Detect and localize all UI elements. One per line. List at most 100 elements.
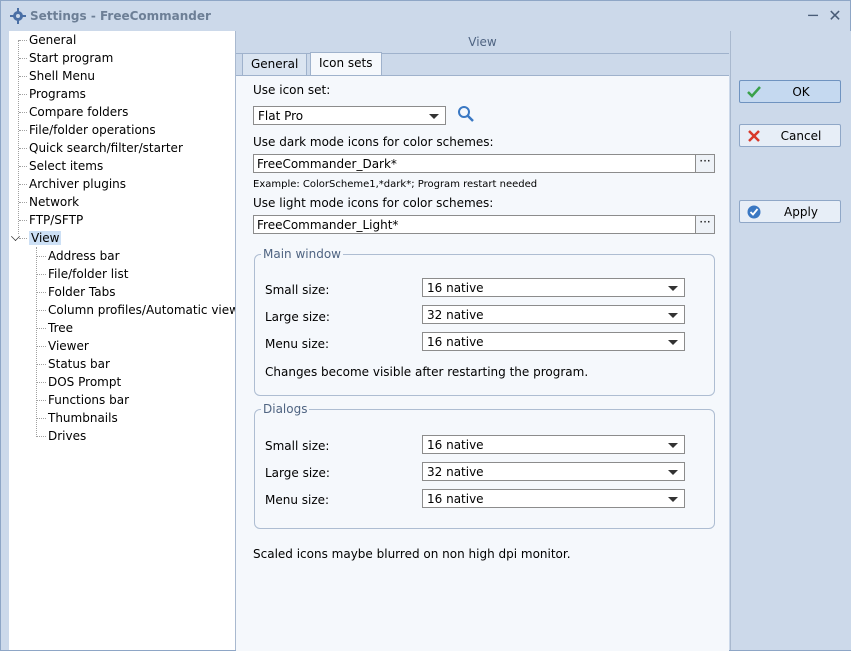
tree-item-label: Network	[29, 195, 80, 209]
panel-title: View	[236, 31, 729, 54]
main-large-size-label: Large size:	[265, 310, 330, 324]
dialogs-menu-size-select[interactable]: 16 native	[422, 489, 685, 508]
minimize-button[interactable]: ─	[803, 6, 823, 26]
dialogs-menu-size-value: 16 native	[427, 492, 484, 506]
tree-item[interactable]: Tree	[48, 319, 73, 337]
tree-item-label: Select items	[29, 159, 104, 173]
restart-note: Changes become visible after restarting …	[265, 365, 589, 379]
dialogs-small-size-value: 16 native	[427, 438, 484, 452]
main-menu-size-select[interactable]: 16 native	[422, 332, 685, 351]
dark-mode-browse-button[interactable]: ···	[695, 155, 714, 172]
main-menu-size-label: Menu size:	[265, 337, 330, 351]
tree-item-label: DOS Prompt	[48, 375, 122, 389]
tree-item[interactable]: Start program	[29, 49, 113, 67]
chevron-down-icon	[668, 497, 678, 502]
dialogs-large-size-value: 32 native	[427, 465, 484, 479]
tree-item[interactable]: Select items	[29, 157, 103, 175]
tree-item[interactable]: Address bar	[48, 247, 120, 265]
icon-set-select[interactable]: Flat Pro	[253, 106, 446, 125]
tree-item[interactable]: Compare folders	[29, 103, 128, 121]
tree-item-label: Status bar	[48, 357, 110, 371]
ok-label: OK	[792, 85, 810, 99]
tree-item[interactable]: Column profiles/Automatic views	[48, 301, 236, 319]
tree-item-label: Tree	[48, 321, 74, 335]
main-window-group: Main window Small size: 16 native Large …	[254, 247, 715, 396]
tree-item-label: Address bar	[48, 249, 120, 263]
gear-icon	[10, 8, 26, 24]
light-mode-field[interactable]: FreeCommander_Light* ···	[253, 215, 715, 234]
tree-item[interactable]: Thumbnails	[48, 409, 118, 427]
dark-mode-value: FreeCommander_Dark*	[257, 157, 397, 171]
main-small-size-value: 16 native	[427, 281, 484, 295]
main-menu-size-value: 16 native	[427, 335, 484, 349]
tree-item[interactable]: Functions bar	[48, 391, 129, 409]
dialogs-large-size-label: Large size:	[265, 466, 330, 480]
icon-sets-content: Use icon set: Flat Pro Use dark mode ico…	[236, 75, 729, 651]
title-bar: Settings - FreeCommander ─ ✕	[1, 1, 850, 31]
chevron-down-icon	[668, 313, 678, 318]
tree-item[interactable]: Shell Menu	[29, 67, 95, 85]
chevron-down-icon	[429, 114, 439, 119]
cancel-button[interactable]: Cancel	[739, 124, 841, 147]
settings-tree: General Start program Shell Menu Programs Co…	[9, 31, 236, 650]
tree-item[interactable]: Quick search/filter/starter	[29, 139, 183, 157]
tree-item[interactable]: File/folder list	[48, 265, 128, 283]
apply-label: Apply	[784, 205, 818, 219]
main-window-group-title: Main window	[261, 247, 343, 261]
chevron-down-icon	[668, 443, 678, 448]
tree-item-label: File/folder list	[48, 267, 129, 281]
tree-item[interactable]: Archiver plugins	[29, 175, 126, 193]
button-column: OK Cancel Apply	[730, 31, 851, 650]
chevron-down-icon	[668, 470, 678, 475]
tree-item-label: General	[29, 33, 77, 47]
tree-item-label: Start program	[29, 51, 114, 65]
tree-item-label: File/folder operations	[29, 123, 156, 137]
dialogs-small-size-label: Small size:	[265, 439, 330, 453]
tree-item[interactable]: Network	[29, 193, 79, 211]
dialogs-group-title: Dialogs	[261, 402, 310, 416]
dark-mode-label: Use dark mode icons for color schemes:	[253, 135, 494, 149]
tree-item-label: Viewer	[48, 339, 89, 353]
tree-item-label: Programs	[29, 87, 86, 101]
main-large-size-value: 32 native	[427, 308, 484, 322]
tree-item[interactable]: File/folder operations	[29, 121, 156, 139]
tree-item[interactable]: Programs	[29, 85, 86, 103]
use-icon-set-label: Use icon set:	[253, 83, 331, 97]
dialogs-large-size-select[interactable]: 32 native	[422, 462, 685, 481]
tree-item-label: View	[29, 231, 62, 245]
apply-button[interactable]: Apply	[739, 200, 841, 223]
tree-item[interactable]: DOS Prompt	[48, 373, 121, 391]
light-mode-browse-button[interactable]: ···	[695, 216, 714, 233]
tree-item[interactable]: Drives	[48, 427, 86, 445]
tree-item-label: Column profiles/Automatic views	[48, 303, 236, 317]
main-large-size-select[interactable]: 32 native	[422, 305, 685, 324]
dialogs-menu-size-label: Menu size:	[265, 493, 330, 507]
tree-item[interactable]: Viewer	[48, 337, 89, 355]
blur-note: Scaled icons maybe blurred on non high d…	[253, 547, 571, 561]
chevron-down-icon	[668, 286, 678, 291]
tree-item[interactable]: View	[29, 229, 62, 247]
close-button[interactable]: ✕	[825, 6, 845, 26]
light-mode-label: Use light mode icons for color schemes:	[253, 196, 494, 210]
tree-item[interactable]: General	[29, 31, 76, 49]
tree-item[interactable]: Status bar	[48, 355, 110, 373]
tree-item-label: Shell Menu	[29, 69, 96, 83]
example-note: Example: ColorScheme1,*dark*; Program re…	[253, 179, 538, 190]
window-title: Settings - FreeCommander	[30, 9, 211, 23]
cancel-label: Cancel	[780, 129, 822, 143]
main-small-size-select[interactable]: 16 native	[422, 278, 685, 297]
dialogs-small-size-select[interactable]: 16 native	[422, 435, 685, 454]
tab-general[interactable]: General	[242, 53, 308, 75]
ok-button[interactable]: OK	[739, 80, 841, 103]
main-panel: View General Icon sets Use icon set: Fla…	[236, 31, 729, 651]
tree-item[interactable]: Folder Tabs	[48, 283, 115, 301]
dark-mode-field[interactable]: FreeCommander_Dark* ···	[253, 154, 715, 173]
tab-strip: General Icon sets	[236, 52, 729, 76]
tree-item-label: Thumbnails	[48, 411, 118, 425]
tab-icon-sets[interactable]: Icon sets	[310, 52, 382, 76]
tree-item-label: Folder Tabs	[48, 285, 116, 299]
dialogs-group: Dialogs Small size: 16 native Large size…	[254, 402, 715, 529]
icon-set-value: Flat Pro	[258, 109, 304, 123]
search-icon[interactable]	[457, 105, 475, 123]
tree-item[interactable]: FTP/SFTP	[29, 211, 83, 229]
